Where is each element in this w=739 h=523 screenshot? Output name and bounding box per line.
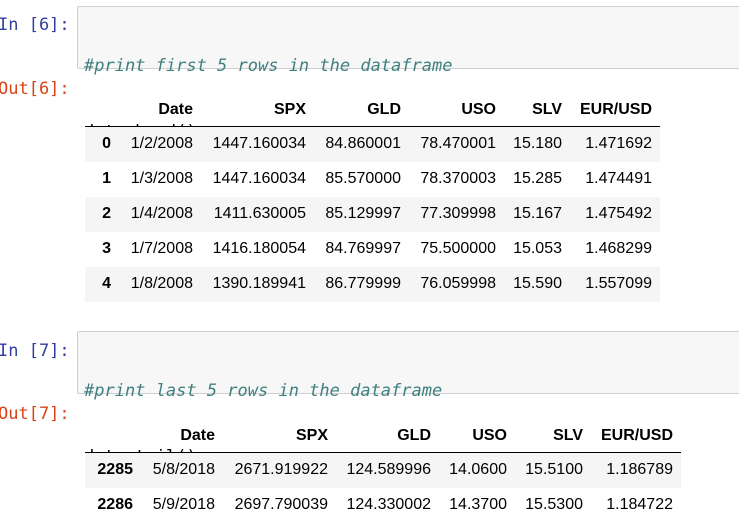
code-input-cell[interactable]: #print first 5 rows in the dataframe dat… xyxy=(77,6,739,142)
cell-eurusd: 1.468299 xyxy=(585,240,652,257)
cell-slv: 15.167 xyxy=(513,205,562,222)
column-header-eurusd: EUR/USD xyxy=(570,94,660,127)
table-row: 2285 5/8/2018 2671.919922 124.589996 14.… xyxy=(85,452,681,488)
cell-date: 1/2/2008 xyxy=(130,135,193,153)
table-row: 0 1/2/2008 1447.160034 84.860001 78.4700… xyxy=(85,126,660,162)
column-header-spx: SPX xyxy=(223,420,336,453)
cell-spx: 1411.630005 xyxy=(213,205,306,222)
cell-slv: 15.5300 xyxy=(525,496,583,513)
cell-slv: 15.590 xyxy=(513,275,562,292)
dataframe-head-table: Date SPX GLD USO SLV EUR/USD 0 1/2/2008 … xyxy=(85,94,660,302)
column-header-uso: USO xyxy=(409,94,504,127)
column-header-uso: USO xyxy=(439,420,515,453)
column-header-index xyxy=(85,94,119,127)
column-header-gld: GLD xyxy=(314,94,409,127)
cell-date: 5/8/2018 xyxy=(152,461,215,479)
cell-gld: 84.860001 xyxy=(325,135,401,153)
cell-gld: 124.589996 xyxy=(346,461,431,479)
table-row: 3 1/7/2008 1416.180054 84.769997 75.5000… xyxy=(85,231,660,267)
dataframe-tail-table: Date SPX GLD USO SLV EUR/USD 2285 5/8/20… xyxy=(85,420,681,523)
row-index: 1 xyxy=(102,170,111,187)
cell-gld: 85.129997 xyxy=(325,205,401,222)
table-row: 1 1/3/2008 1447.160034 85.570000 78.3700… xyxy=(85,161,660,197)
table-row: 2 1/4/2008 1411.630005 85.129997 77.3099… xyxy=(85,196,660,232)
cell-slv: 15.285 xyxy=(513,170,562,187)
cell-uso: 78.470001 xyxy=(420,135,496,153)
cell-spx: 1416.180054 xyxy=(212,240,306,257)
table-header-row: Date SPX GLD USO SLV EUR/USD xyxy=(85,420,681,453)
cell-slv: 15.5100 xyxy=(525,461,583,479)
cell-date: 1/3/2008 xyxy=(130,170,193,187)
cell-uso: 77.309998 xyxy=(420,205,496,222)
column-header-slv: SLV xyxy=(515,420,591,453)
table-header-row: Date SPX GLD USO SLV EUR/USD xyxy=(85,94,660,127)
column-header-slv: SLV xyxy=(504,94,570,127)
cell-eurusd: 1.557099 xyxy=(585,275,652,292)
row-index: 0 xyxy=(102,135,111,153)
cell-uso: 14.0600 xyxy=(449,461,507,479)
cell-uso: 75.500000 xyxy=(420,240,496,257)
cell-date: 1/4/2008 xyxy=(130,205,193,222)
cell-uso: 76.059998 xyxy=(420,275,496,292)
cell-spx: 1447.160034 xyxy=(212,135,306,153)
input-prompt: In [7]: xyxy=(0,341,70,361)
column-header-date: Date xyxy=(141,420,223,453)
cell-uso: 14.3700 xyxy=(449,496,507,513)
column-header-gld: GLD xyxy=(336,420,439,453)
cell-eurusd: 1.186789 xyxy=(606,461,673,479)
cell-gld: 124.330002 xyxy=(346,496,431,513)
cell-eurusd: 1.184722 xyxy=(606,496,673,513)
column-header-eurusd: EUR/USD xyxy=(591,420,681,453)
output-prompt: Out[7]: xyxy=(0,404,70,424)
column-header-index xyxy=(85,420,141,453)
row-index: 2286 xyxy=(97,496,133,513)
row-index: 3 xyxy=(102,240,111,257)
cell-date: 1/8/2008 xyxy=(130,275,193,292)
cell-eurusd: 1.474491 xyxy=(585,170,652,187)
cell-uso: 78.370003 xyxy=(420,170,496,187)
code-input-cell[interactable]: #print last 5 rows in the dataframe data… xyxy=(77,331,739,467)
cell-eurusd: 1.471692 xyxy=(585,135,652,153)
cell-spx: 2671.919922 xyxy=(234,461,328,479)
table-row: 2286 5/9/2018 2697.790039 124.330002 14.… xyxy=(85,487,681,523)
column-header-date: Date xyxy=(119,94,201,127)
cell-eurusd: 1.475492 xyxy=(585,205,652,222)
cell-spx: 1447.160034 xyxy=(212,170,306,187)
code-comment: #print first 5 rows in the dataframe xyxy=(84,56,453,76)
cell-gld: 84.769997 xyxy=(325,240,401,257)
table-row: 4 1/8/2008 1390.189941 86.779999 76.0599… xyxy=(85,266,660,302)
cell-slv: 15.180 xyxy=(513,135,562,153)
cell-spx: 2697.790039 xyxy=(234,496,328,513)
input-prompt: In [6]: xyxy=(0,15,70,35)
cell-slv: 15.053 xyxy=(513,240,562,257)
output-prompt: Out[6]: xyxy=(0,79,70,99)
cell-date: 1/7/2008 xyxy=(130,240,193,257)
cell-date: 5/9/2018 xyxy=(152,496,215,513)
row-index: 2285 xyxy=(97,461,133,479)
row-index: 2 xyxy=(102,205,111,222)
code-comment: #print last 5 rows in the dataframe xyxy=(84,381,443,401)
row-index: 4 xyxy=(102,275,111,292)
cell-gld: 85.570000 xyxy=(325,170,401,187)
cell-gld: 86.779999 xyxy=(325,275,401,292)
cell-spx: 1390.189941 xyxy=(212,275,306,292)
column-header-spx: SPX xyxy=(201,94,314,127)
